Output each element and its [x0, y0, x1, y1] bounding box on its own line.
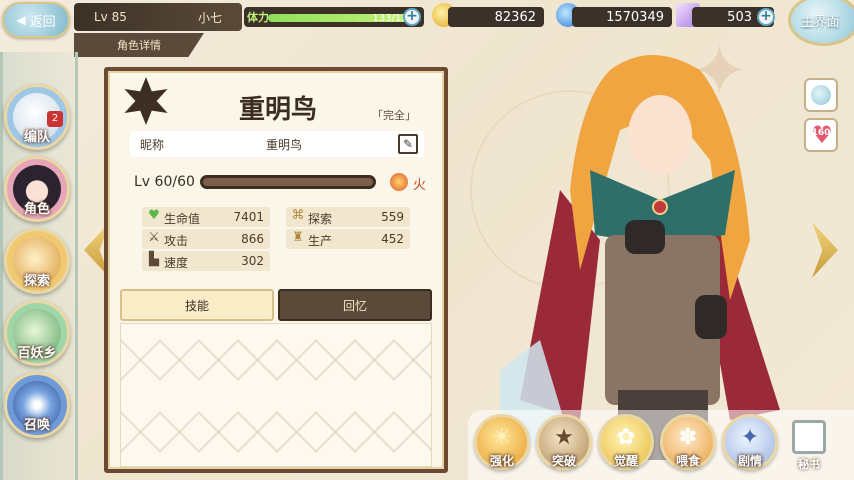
stamina-label: 体力 [247, 11, 269, 24]
stat-label: 速度 [164, 256, 189, 270]
emote-button[interactable] [804, 78, 838, 112]
tab-skills[interactable]: 技能 [120, 289, 274, 321]
coin-value: 82362 [494, 9, 536, 25]
glove-right [695, 295, 727, 339]
sidebar-item-label: 编队 [23, 130, 50, 145]
stat-value: 7401 [233, 210, 264, 224]
affinity-value: 160 [811, 128, 831, 138]
add-crystal-button[interactable]: + [757, 8, 775, 26]
secretary-label: 秘书 [798, 458, 820, 471]
action-label: 喂食 [675, 454, 700, 468]
back-label: 返回 [29, 14, 56, 30]
stat-speed: ▙ 速度 302 [142, 251, 270, 271]
bag-icon: ♜ [292, 230, 304, 245]
sun-icon: ☀ [492, 425, 512, 450]
level-progress-fill [203, 178, 373, 186]
boot-icon: ▙ [149, 252, 159, 267]
level-progress-bar [200, 175, 376, 189]
coin-balance: 82362 [448, 7, 544, 27]
story-button[interactable]: ✦ 剧情 [722, 414, 778, 470]
completion-status: 「完全」 [372, 109, 416, 122]
character-detail-panel: 重明鸟 「完全」 昵称 重明鸟 ✎ Lv 60/60 火 ♥ 生命值 7401 … [104, 67, 448, 473]
back-arrow-icon: ◀ [16, 13, 26, 27]
action-label: 强化 [489, 454, 514, 468]
stat-label: 攻击 [164, 234, 189, 248]
nickname-value: 重明鸟 [266, 138, 303, 152]
character-name: 重明鸟 [238, 95, 317, 125]
add-stamina-button[interactable]: + [403, 8, 421, 26]
face-icon [811, 85, 831, 105]
nickname-label: 昵称 [140, 138, 165, 152]
rarity-star-icon [124, 77, 168, 125]
player-level: Lv 85 [94, 10, 127, 24]
heart-icon: ♥ [148, 208, 160, 223]
stat-label: 生命值 [164, 212, 201, 226]
brooch [652, 199, 668, 215]
stat-value: 866 [241, 232, 264, 246]
character-portrait [500, 55, 780, 460]
page-title: 角色详情 [74, 33, 204, 57]
stat-attack: ⚔ 攻击 866 [142, 229, 270, 249]
action-label: 剧情 [737, 454, 762, 468]
sword-icon: ⚔ [148, 230, 160, 245]
stat-hp: ♥ 生命值 7401 [142, 207, 270, 227]
stat-value: 302 [241, 254, 264, 268]
star-icon: ★ [554, 425, 574, 450]
nickname-row: 昵称 重明鸟 ✎ [130, 131, 424, 157]
action-label: 突破 [551, 454, 576, 468]
gem-value: 1570349 [606, 9, 664, 25]
player-info: Lv 85 小七 [74, 3, 242, 31]
stat-label: 生产 [308, 234, 333, 248]
feed-button[interactable]: ✽ 喂食 [660, 414, 716, 470]
main-menu-label: 主界面 [800, 14, 840, 30]
stat-value: 559 [381, 210, 404, 224]
stat-explore: ⌘ 探索 559 [286, 207, 410, 227]
food-icon: ✽ [678, 425, 698, 450]
sidebar-item-characters[interactable]: 角色 [4, 156, 70, 222]
sidebar-item-team[interactable]: 2 编队 [4, 84, 70, 150]
edit-nickname-icon[interactable]: ✎ [398, 134, 418, 154]
stat-production: ♜ 生产 452 [286, 229, 410, 249]
back-button[interactable]: ◀ 返回 [2, 2, 70, 38]
stat-label: 探索 [308, 212, 333, 226]
crystal-value: 503 [727, 9, 752, 25]
sidebar-item-explore[interactable]: 探索 [4, 228, 70, 294]
action-label: 觉醒 [613, 454, 638, 468]
awaken-button[interactable]: ✿ 觉醒 [598, 414, 654, 470]
stamina-bar: 体力 133/124 [244, 7, 424, 27]
player-name: 小七 [197, 10, 222, 25]
sidebar-item-village[interactable]: 百妖乡 [4, 300, 70, 366]
fire-element-icon [390, 173, 408, 191]
element-label: 火 [413, 178, 427, 193]
character-level: Lv 60/60 [134, 174, 195, 190]
breakthrough-button[interactable]: ★ 突破 [536, 414, 592, 470]
affinity-button[interactable]: ♥ 160 [804, 118, 838, 152]
tab-memory[interactable]: 回忆 [278, 289, 432, 321]
sidebar-item-label: 百妖乡 [17, 346, 57, 361]
skill-content-area [120, 323, 432, 467]
sidebar-item-label: 召唤 [23, 418, 50, 433]
sidebar-item-label: 角色 [23, 202, 50, 217]
stat-value: 452 [381, 232, 404, 246]
spirit-icon: ✿ [616, 425, 636, 450]
book-icon: ✦ [740, 425, 760, 450]
team-badge: 2 [47, 111, 63, 127]
map-icon: ⌘ [291, 208, 305, 223]
secretary-checkbox[interactable] [792, 420, 826, 454]
sidebar-item-summon[interactable]: 召唤 [4, 372, 70, 438]
gem-balance: 1570349 [572, 7, 672, 27]
next-character-arrow[interactable] [812, 222, 838, 278]
enhance-button[interactable]: ☀ 强化 [474, 414, 530, 470]
glove-left [625, 220, 665, 254]
sidebar-item-label: 探索 [23, 274, 50, 289]
face-shape [628, 95, 692, 175]
